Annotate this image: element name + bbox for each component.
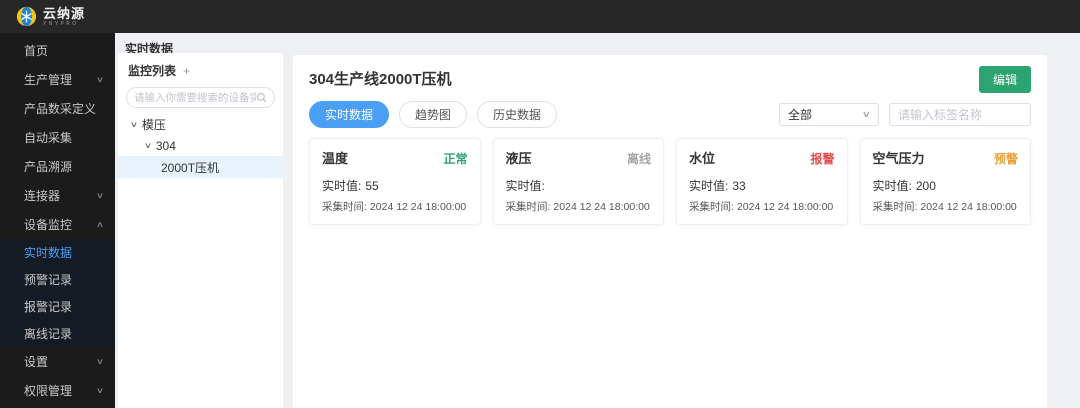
- tree-caret-icon[interactable]: ∨: [130, 120, 138, 129]
- monitor-list-panel: 监控列表 + ∨ 模压 ∨ 304 2000T压机: [118, 53, 283, 408]
- realtime-value: 200: [915, 179, 936, 193]
- value-label: 实时值:: [689, 179, 729, 193]
- tab-trend-chart[interactable]: 趋势图: [399, 101, 468, 128]
- sidebar-item-permissions[interactable]: 权限管理 ∨: [0, 376, 115, 405]
- sidebar-item-production[interactable]: 生产管理 ∨: [0, 65, 115, 94]
- realtime-value: 55: [365, 179, 379, 193]
- realtime-value: 33: [732, 179, 746, 193]
- tag-name: 水位: [689, 151, 716, 166]
- tag-card-hydraulic[interactable]: 液压 离线 实时值: 采集时间: 2024 12 24 18:00:00: [492, 138, 664, 225]
- content-area: 实时数据 监控列表 + ∨ 模压 ∨ 304: [115, 33, 1080, 408]
- value-label: 实时值:: [505, 179, 545, 193]
- tag-card-list: 温度 正常 实时值: 55 采集时间: 2024 12 24 18:00:00 液压…: [293, 138, 1047, 225]
- sidebar-item-data-definition[interactable]: 产品数采定义: [0, 94, 115, 123]
- status-badge: 报警: [810, 152, 835, 166]
- app-window: 云纳源 YNYPRO 首页 生产管理 ∨ 产品数采定义 自动采集 产品溯源 连接…: [0, 0, 1080, 408]
- collect-time: 2024 12 24 18:00:00: [553, 201, 650, 213]
- sidebar-item-realtime-data[interactable]: 实时数据: [0, 239, 115, 266]
- time-label: 采集时间:: [322, 201, 367, 213]
- chevron-down-icon: ∨: [95, 75, 105, 84]
- tag-type-select[interactable]: 全部 ∨: [779, 103, 879, 126]
- brand-subtitle: YNYPRO: [43, 20, 79, 27]
- chevron-up-icon: ∧: [95, 220, 105, 229]
- brand-logo-icon: [16, 6, 37, 27]
- edit-button[interactable]: 编辑: [978, 66, 1031, 93]
- tree-node-304[interactable]: ∨ 304: [118, 135, 283, 156]
- tag-card-air-pressure[interactable]: 空气压力 预警 实时值: 200 采集时间: 2024 12 24 18:00:00: [859, 138, 1031, 225]
- top-bar: 云纳源 YNYPRO: [0, 0, 1080, 33]
- page-title: 304生产线2000T压机: [309, 71, 452, 88]
- tag-name: 液压: [505, 151, 532, 166]
- status-badge: 预警: [993, 152, 1018, 166]
- brand-logo[interactable]: 云纳源 YNYPRO: [16, 6, 85, 27]
- detail-toolbar: 实时数据 趋势图 历史数据 全部 ∨: [293, 101, 1047, 128]
- chevron-down-icon: ∨: [95, 386, 105, 395]
- device-detail-panel: 304生产线2000T压机 编辑 实时数据 趋势图 历史数据 全部 ∨ 请输入标…: [293, 55, 1047, 408]
- device-detail-header: 304生产线2000T压机 编辑: [293, 55, 1047, 93]
- tree-caret-icon[interactable]: ∨: [144, 141, 152, 150]
- add-icon[interactable]: +: [183, 64, 190, 78]
- tree-node-moya[interactable]: ∨ 模压: [118, 114, 283, 135]
- tag-type-select-value: 全部: [788, 108, 813, 122]
- tag-card-temperature[interactable]: 温度 正常 实时值: 55 采集时间: 2024 12 24 18:00:00: [309, 138, 481, 225]
- sidebar-item-device-monitor[interactable]: 设备监控 ∧: [0, 210, 115, 239]
- device-monitor-submenu: 实时数据 预警记录 报警记录 离线记录: [0, 239, 115, 347]
- sidebar-item-connector[interactable]: 连接器 ∨: [0, 181, 115, 210]
- sidebar-item-auto-collect[interactable]: 自动采集: [0, 123, 115, 152]
- monitor-list-title: 监控列表: [128, 64, 177, 78]
- monitor-list-header: 监控列表 +: [118, 53, 283, 86]
- sidebar-item-warning-records[interactable]: 预警记录: [0, 266, 115, 293]
- tag-card-water-level[interactable]: 水位 报警 实时值: 33 采集时间: 2024 12 24 18:00:00: [676, 138, 848, 225]
- status-badge: 正常: [443, 152, 468, 166]
- sidebar: 首页 生产管理 ∨ 产品数采定义 自动采集 产品溯源 连接器 ∨ 设备监控 ∧ …: [0, 33, 115, 408]
- device-search-input[interactable]: [134, 91, 256, 104]
- sidebar-item-traceability[interactable]: 产品溯源: [0, 152, 115, 181]
- tag-name: 空气压力: [872, 151, 925, 166]
- collect-time: 2024 12 24 18:00:00: [369, 201, 467, 213]
- status-badge: 离线: [626, 152, 651, 166]
- tab-realtime-data[interactable]: 实时数据: [309, 101, 390, 128]
- brand-name: 云纳源: [43, 5, 86, 21]
- chevron-down-icon: ∨: [95, 357, 105, 366]
- search-icon: [256, 92, 267, 103]
- collect-time: 2024 12 24 18:00:00: [920, 201, 1017, 213]
- chevron-down-icon: ∨: [95, 191, 105, 200]
- time-label: 采集时间:: [505, 201, 551, 213]
- sidebar-item-alarm-records[interactable]: 报警记录: [0, 293, 115, 320]
- value-label: 实时值:: [322, 179, 362, 193]
- tree-node-2000t-press[interactable]: 2000T压机: [118, 156, 283, 178]
- tag-name-input[interactable]: [889, 103, 1031, 126]
- collect-time: 2024 12 24 18:00:00: [736, 201, 834, 213]
- chevron-down-icon: ∨: [862, 109, 872, 119]
- tag-name: 温度: [322, 151, 349, 166]
- sidebar-item-settings[interactable]: 设置 ∨: [0, 347, 115, 376]
- value-label: 实时值:: [872, 179, 912, 193]
- time-label: 采集时间:: [872, 201, 918, 213]
- sidebar-item-offline-records[interactable]: 离线记录: [0, 320, 115, 347]
- view-tabs: 实时数据 趋势图 历史数据: [309, 101, 558, 128]
- time-label: 采集时间:: [689, 201, 734, 213]
- tab-history-data[interactable]: 历史数据: [477, 101, 558, 128]
- tag-filter: 全部 ∨: [779, 103, 1031, 126]
- device-search-box[interactable]: [126, 87, 275, 108]
- sidebar-item-home[interactable]: 首页: [0, 36, 115, 65]
